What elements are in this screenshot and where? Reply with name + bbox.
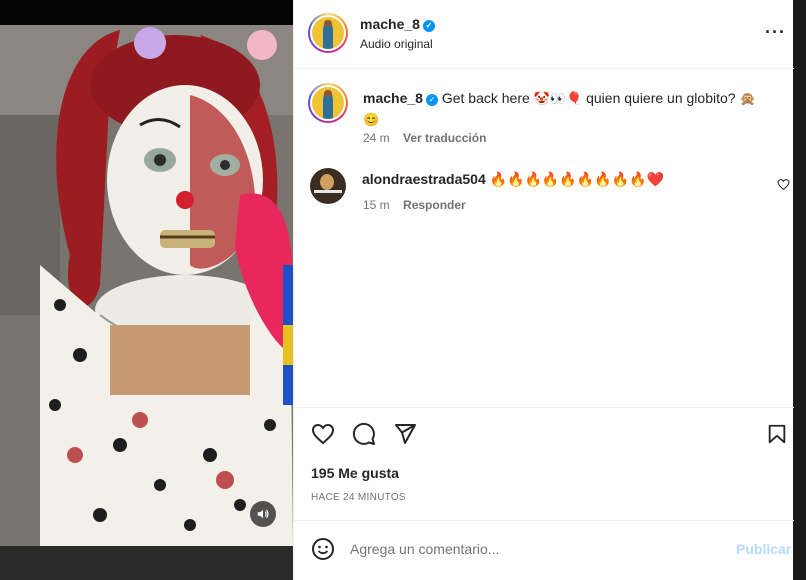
post-details-panel: mache_8 ✓ Audio original ··· mache_8 ✓ Get…: [293, 0, 794, 580]
comment-composer: Publicar: [294, 520, 794, 580]
likes-count[interactable]: 195 Me gusta: [311, 465, 399, 481]
more-options-button[interactable]: ···: [765, 22, 786, 43]
caption-text-2: quien quiere un globito?: [586, 90, 736, 106]
caption-emojis-3: 😊: [363, 112, 380, 127]
post-caption: mache_8 ✓ Get back here 🤡👀🎈 quien quiere …: [363, 88, 783, 130]
comment-like-icon[interactable]: [777, 178, 790, 191]
author-username[interactable]: mache_8: [360, 16, 420, 32]
comment-meta: 15 m Responder: [363, 198, 466, 212]
heart-icon[interactable]: [310, 422, 336, 446]
reply-button[interactable]: Responder: [403, 198, 466, 212]
caption-avatar[interactable]: [308, 83, 348, 123]
verified-icon: ✓: [422, 20, 435, 32]
post-header: mache_8 ✓ Audio original ···: [294, 0, 794, 69]
share-icon[interactable]: [393, 422, 417, 446]
comment-username[interactable]: alondraestrada504: [362, 171, 486, 187]
caption-text: Get back here: [441, 90, 530, 106]
bookmark-icon[interactable]: [766, 422, 788, 446]
caption-emojis-2: 🙊: [739, 91, 756, 106]
comment-input[interactable]: [350, 535, 720, 563]
comment-time: 15 m: [363, 198, 390, 212]
author-avatar[interactable]: [308, 13, 348, 53]
volume-icon: [257, 509, 269, 519]
caption-meta: 24 m Ver traducción: [363, 131, 486, 145]
comment-row: alondraestrada504 🔥🔥🔥🔥🔥🔥🔥🔥🔥❤️: [362, 171, 664, 188]
post-modal: mache_8 ✓ Audio original ··· mache_8 ✓ Get…: [0, 0, 806, 580]
caption-username[interactable]: mache_8: [363, 90, 423, 106]
translate-link[interactable]: Ver traducción: [403, 131, 486, 145]
mute-button[interactable]: [250, 501, 276, 527]
backdrop-right: [793, 0, 806, 580]
emoji-icon[interactable]: [311, 537, 335, 561]
caption-time[interactable]: 24 m: [363, 131, 390, 145]
more-icon: ···: [765, 22, 786, 42]
commenter-avatar[interactable]: [310, 168, 346, 204]
verified-icon: ✓: [425, 94, 438, 106]
post-actions: 195 Me gusta HACE 24 MINUTOS: [294, 407, 794, 520]
media-image: [0, 25, 293, 546]
audio-link[interactable]: Audio original: [360, 37, 433, 51]
post-timestamp: HACE 24 MINUTOS: [311, 492, 406, 503]
post-comment-button[interactable]: Publicar: [736, 541, 791, 557]
post-media[interactable]: [0, 25, 293, 546]
caption-emojis: 🤡👀🎈: [533, 91, 583, 106]
comment-icon[interactable]: [352, 422, 376, 446]
comment-text: 🔥🔥🔥🔥🔥🔥🔥🔥🔥❤️: [489, 171, 664, 187]
